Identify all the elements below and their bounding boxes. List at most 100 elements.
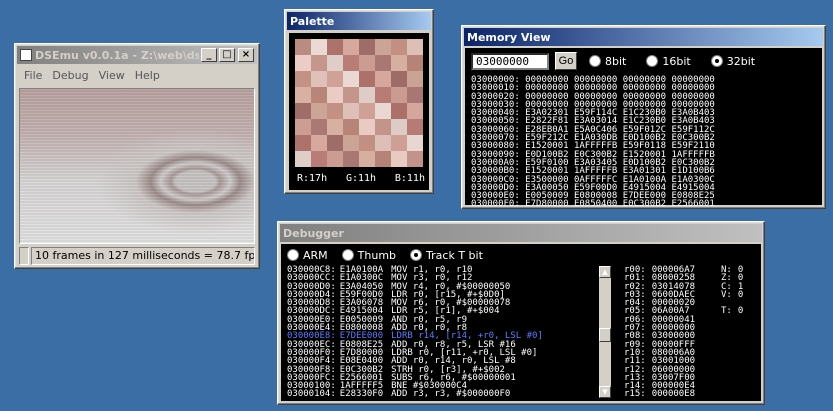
palette-swatch[interactable] <box>359 135 375 151</box>
radio-button[interactable] <box>589 55 601 67</box>
address-input[interactable] <box>471 52 549 70</box>
palette-swatch[interactable] <box>327 119 343 135</box>
menu-item-debug[interactable]: Debug <box>47 69 93 82</box>
palette-swatch[interactable] <box>391 71 407 87</box>
palette-grid[interactable] <box>295 39 423 167</box>
palette-swatch[interactable] <box>311 71 327 87</box>
minimize-button[interactable]: _ <box>201 48 217 62</box>
radio-16bit[interactable]: 16bit <box>646 55 691 68</box>
radio-button[interactable] <box>410 249 423 261</box>
palette-swatch[interactable] <box>343 119 359 135</box>
palette-swatch[interactable] <box>391 135 407 151</box>
palette-swatch[interactable] <box>295 119 311 135</box>
palette-swatch[interactable] <box>407 103 423 119</box>
palette-swatch[interactable] <box>359 71 375 87</box>
close-button[interactable]: × <box>238 48 254 62</box>
palette-swatch[interactable] <box>295 103 311 119</box>
scroll-down-arrow[interactable]: ▼ <box>599 386 611 398</box>
palette-swatch[interactable] <box>343 103 359 119</box>
scroll-thumb[interactable] <box>599 328 611 342</box>
palette-swatch[interactable] <box>407 87 423 103</box>
disassembly-row[interactable]: 03000104: E28330F0 ADD r3, r3, #$000000F0 <box>287 390 587 399</box>
menu-item-help[interactable]: Help <box>130 69 165 82</box>
palette-swatch[interactable] <box>375 39 391 55</box>
palette-swatch[interactable] <box>391 119 407 135</box>
palette-swatch[interactable] <box>359 103 375 119</box>
radio-32bit[interactable]: 32bit <box>710 55 755 68</box>
palette-swatch[interactable] <box>375 119 391 135</box>
palette-swatch[interactable] <box>327 87 343 103</box>
palette-swatch[interactable] <box>311 151 327 167</box>
palette-swatch[interactable] <box>295 71 311 87</box>
palette-swatch[interactable] <box>311 103 327 119</box>
palette-swatch[interactable] <box>311 119 327 135</box>
radio-button[interactable] <box>287 249 299 261</box>
palette-swatch[interactable] <box>343 55 359 71</box>
palette-swatch[interactable] <box>343 39 359 55</box>
palette-swatch[interactable] <box>295 151 311 167</box>
palette-swatch[interactable] <box>343 151 359 167</box>
radio-track-t-bit[interactable]: Track T bit <box>410 249 483 262</box>
scroll-up-arrow[interactable]: ▲ <box>599 266 611 278</box>
palette-swatch[interactable] <box>375 151 391 167</box>
palette-swatch[interactable] <box>375 71 391 87</box>
palette-swatch[interactable] <box>407 151 423 167</box>
palette-titlebar[interactable]: Palette <box>287 12 431 30</box>
palette-swatch[interactable] <box>327 151 343 167</box>
palette-swatch[interactable] <box>327 103 343 119</box>
palette-swatch[interactable] <box>375 87 391 103</box>
palette-swatch[interactable] <box>375 103 391 119</box>
palette-swatch[interactable] <box>391 87 407 103</box>
palette-swatch[interactable] <box>407 71 423 87</box>
palette-swatch[interactable] <box>327 55 343 71</box>
radio-button[interactable] <box>341 249 354 261</box>
memory-titlebar[interactable]: Memory View <box>464 28 823 46</box>
palette-swatch[interactable] <box>359 55 375 71</box>
palette-swatch[interactable] <box>391 103 407 119</box>
palette-swatch[interactable] <box>311 87 327 103</box>
palette-swatch[interactable] <box>375 55 391 71</box>
palette-swatch[interactable] <box>327 39 343 55</box>
palette-swatch[interactable] <box>295 39 311 55</box>
palette-swatch[interactable] <box>295 55 311 71</box>
palette-swatch[interactable] <box>359 87 375 103</box>
palette-swatch[interactable] <box>407 119 423 135</box>
radio-button[interactable] <box>710 55 723 67</box>
palette-swatch[interactable] <box>295 135 311 151</box>
palette-swatch[interactable] <box>407 39 423 55</box>
debugger-titlebar[interactable]: Debugger <box>280 224 762 242</box>
palette-swatch[interactable] <box>391 55 407 71</box>
palette-swatch[interactable] <box>311 55 327 71</box>
maximize-button[interactable]: □ <box>219 48 235 62</box>
go-button[interactable]: Go <box>555 52 577 70</box>
width-radio-group: 8bit 16bit 32bit <box>589 55 755 68</box>
dsemu-title: DSEmu v0.0.1a - Z:\web\ds... <box>35 48 199 62</box>
radio-8bit[interactable]: 8bit <box>589 55 626 68</box>
palette-swatch[interactable] <box>311 39 327 55</box>
palette-swatch[interactable] <box>343 135 359 151</box>
blue-value: B:11h <box>394 173 425 184</box>
menu-item-file[interactable]: File <box>19 69 47 82</box>
palette-swatch[interactable] <box>311 135 327 151</box>
palette-swatch[interactable] <box>295 87 311 103</box>
palette-swatch[interactable] <box>375 135 391 151</box>
radio-button[interactable] <box>646 55 659 67</box>
menu-item-view[interactable]: View <box>94 69 130 82</box>
palette-swatch[interactable] <box>407 135 423 151</box>
radio-thumb[interactable]: Thumb <box>341 249 396 262</box>
radio-arm[interactable]: ARM <box>287 249 328 262</box>
palette-swatch[interactable] <box>407 55 423 71</box>
palette-swatch[interactable] <box>391 151 407 167</box>
disassembly-scrollbar[interactable]: ▲ ▼ <box>599 266 611 398</box>
palette-swatch[interactable] <box>359 151 375 167</box>
palette-swatch[interactable] <box>359 119 375 135</box>
dsemu-titlebar[interactable]: DSEmu v0.0.1a - Z:\web\ds... _ □ × <box>17 46 257 64</box>
palette-swatch[interactable] <box>327 135 343 151</box>
palette-swatch[interactable] <box>359 39 375 55</box>
disassembly-list[interactable]: 030000C8: E1A0100A MOV r1, r0, r10 030000CC… <box>287 266 587 399</box>
palette-swatch[interactable] <box>343 71 359 87</box>
palette-swatch[interactable] <box>327 71 343 87</box>
palette-swatch[interactable] <box>343 87 359 103</box>
emulator-screen <box>19 88 255 244</box>
palette-swatch[interactable] <box>391 39 407 55</box>
